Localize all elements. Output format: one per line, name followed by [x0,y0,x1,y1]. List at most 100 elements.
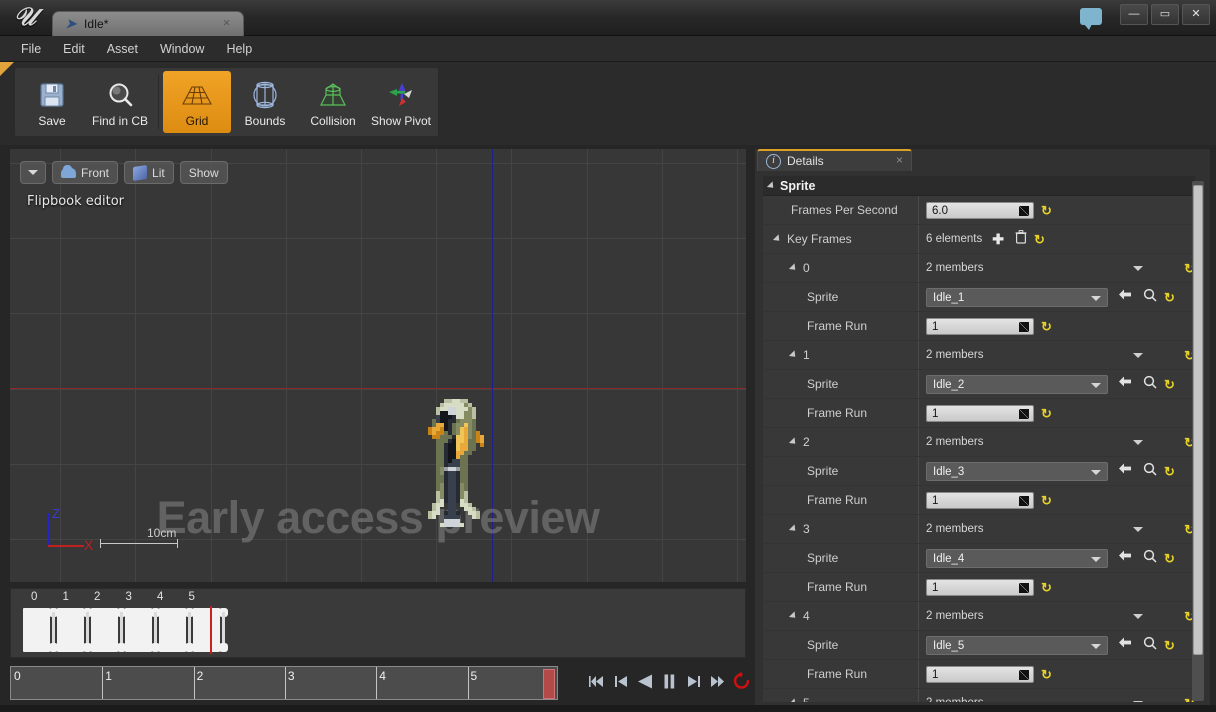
key-frame-index-toggle[interactable]: 4 [763,607,810,625]
jump-to-start-button[interactable] [588,670,607,692]
chevron-down-icon[interactable] [1133,701,1143,703]
step-backward-button[interactable] [612,670,631,692]
number-input[interactable]: 1 [926,579,1034,596]
key-frame-index-toggle[interactable]: 1 [763,346,810,364]
keyframe-block[interactable] [125,608,152,652]
sprite-combo-box[interactable]: Idle_5 [926,636,1108,655]
feedback-bubble-icon[interactable] [1080,8,1102,25]
browse-to-asset-icon[interactable] [1143,549,1157,568]
loop-button[interactable] [732,670,751,692]
spinner-icon[interactable] [1019,409,1029,419]
details-scrollbar[interactable] [1192,181,1204,701]
details-tab[interactable]: i Details × [757,149,912,171]
browse-to-asset-icon[interactable] [1143,636,1157,655]
viewport-show-menu-button[interactable]: Show [180,161,228,184]
spinner-icon[interactable] [1019,583,1029,593]
collapse-triangle-icon[interactable] [789,611,798,620]
document-tab-close-icon[interactable]: × [219,15,234,30]
collision-toggle-button[interactable]: Collision [299,71,367,133]
keyframe-handle[interactable] [186,608,193,652]
reset-arrow-icon[interactable]: ↻ [1164,639,1175,652]
keyframe-blocks[interactable] [23,608,227,652]
number-input[interactable]: 1 [926,492,1034,509]
play-reverse-button[interactable] [636,670,655,692]
close-button[interactable]: ✕ [1182,4,1210,25]
key-frame-index-toggle[interactable]: 2 [763,433,810,451]
key-frame-index-toggle[interactable]: 0 [763,259,810,277]
keyframe-handle[interactable] [152,608,159,652]
details-tab-close-icon[interactable]: × [896,153,903,167]
sprite-combo-box[interactable]: Idle_3 [926,462,1108,481]
number-input[interactable]: 1 [926,318,1034,335]
collapse-triangle-icon[interactable] [789,350,798,359]
timeline-playhead[interactable] [543,669,555,699]
collapse-triangle-icon[interactable] [789,263,798,272]
sprite-combo-box[interactable]: Idle_1 [926,288,1108,307]
use-selected-asset-icon[interactable] [1118,549,1132,567]
pause-button[interactable] [660,670,679,692]
reset-arrow-icon[interactable]: ↻ [1164,291,1175,304]
menu-edit[interactable]: Edit [52,38,96,60]
viewport-viewmode-lit-button[interactable]: Lit [124,161,174,184]
sprite-category-header[interactable]: Sprite [763,176,1195,196]
trash-icon[interactable] [1015,230,1027,249]
show-pivot-button[interactable]: Show Pivot [367,71,435,133]
save-button[interactable]: Save [18,71,86,133]
reset-arrow-icon[interactable]: ↻ [1034,233,1045,246]
viewport-options-dropdown[interactable] [20,161,46,184]
use-selected-asset-icon[interactable] [1118,462,1132,480]
chevron-down-icon[interactable] [1133,614,1143,619]
spinner-icon[interactable] [1019,496,1029,506]
keyframe-block[interactable] [57,608,84,652]
chevron-down-icon[interactable] [1133,527,1143,532]
find-in-cb-button[interactable]: Find in CB [86,71,154,133]
chevron-down-icon[interactable] [1133,266,1143,271]
collapse-triangle-icon[interactable] [789,698,798,702]
reset-arrow-icon[interactable]: ↻ [1041,320,1052,333]
preview-viewport[interactable]: Early access preview Front Lit Show Flip… [10,149,746,582]
sprite-combo-box[interactable]: Idle_4 [926,549,1108,568]
keyframe-playhead[interactable] [210,606,212,654]
keyframe-handle[interactable] [50,608,57,652]
document-tab-idle[interactable]: ➤ Idle* × [52,11,244,36]
menu-window[interactable]: Window [149,38,215,60]
key-frame-index-toggle[interactable]: 3 [763,520,810,538]
collapse-triangle-icon[interactable] [773,234,782,243]
keyframe-block[interactable] [193,608,220,652]
collapse-triangle-icon[interactable] [789,437,798,446]
reset-arrow-icon[interactable]: ↻ [1164,552,1175,565]
grid-toggle-button[interactable]: Grid [163,71,231,133]
chevron-down-icon[interactable] [1133,440,1143,445]
number-input[interactable]: 6.0 [926,202,1034,219]
spinner-icon[interactable] [1019,322,1029,332]
reset-arrow-icon[interactable]: ↻ [1164,465,1175,478]
reset-arrow-icon[interactable]: ↻ [1041,581,1052,594]
spinner-icon[interactable] [1019,670,1029,680]
details-scrollbar-thumb[interactable] [1193,185,1203,655]
reset-arrow-icon[interactable]: ↻ [1041,204,1052,217]
keyframe-block[interactable] [23,608,50,652]
number-input[interactable]: 1 [926,405,1034,422]
reset-arrow-icon[interactable]: ↻ [1041,407,1052,420]
reset-arrow-icon[interactable]: ↻ [1041,668,1052,681]
keyframe-block[interactable] [91,608,118,652]
use-selected-asset-icon[interactable] [1118,636,1132,654]
chevron-down-icon[interactable] [1133,353,1143,358]
play-forward-button[interactable] [684,670,703,692]
menu-asset[interactable]: Asset [96,38,149,60]
browse-to-asset-icon[interactable] [1143,375,1157,394]
menu-help[interactable]: Help [215,38,263,60]
reset-arrow-icon[interactable]: ↻ [1164,378,1175,391]
bounds-toggle-button[interactable]: Bounds [231,71,299,133]
reset-arrow-icon[interactable]: ↻ [1041,494,1052,507]
keyframe-block[interactable] [159,608,186,652]
number-input[interactable]: 1 [926,666,1034,683]
keyframe-handle[interactable] [118,608,125,652]
keyframe-track-panel[interactable]: 012345 [10,588,746,658]
viewport-camera-front-button[interactable]: Front [52,161,118,184]
browse-to-asset-icon[interactable] [1143,462,1157,481]
keyframe-handle[interactable] [220,608,227,652]
key-frame-index-toggle[interactable]: 5 [763,694,810,702]
key-frames-toggle[interactable]: Key Frames [763,230,852,248]
use-selected-asset-icon[interactable] [1118,375,1132,393]
